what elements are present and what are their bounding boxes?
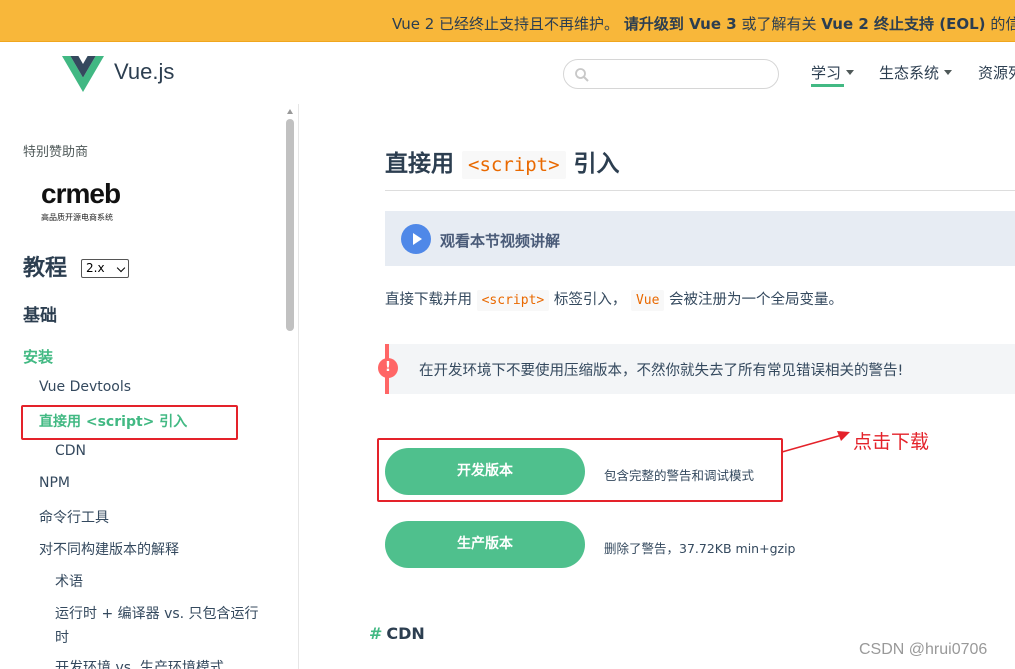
chevron-down-icon: [846, 70, 855, 75]
scroll-up-icon[interactable]: [287, 109, 293, 114]
nav-ecosystem-label: 生态系统: [879, 64, 940, 82]
sidebar-section-basics: 基础: [23, 306, 57, 326]
video-lesson-label[interactable]: 观看本节视频讲解: [440, 230, 560, 251]
sidebar-item-dev-prod-mode[interactable]: 开发环境 vs. 生产环境模式: [55, 657, 224, 669]
chevron-down-icon: [116, 263, 126, 273]
inline-code-script: <script>: [476, 290, 550, 311]
top-header: Vue.js 学习 生态系统 资源列: [0, 42, 1015, 104]
search-input[interactable]: [563, 59, 779, 89]
play-icon[interactable]: [401, 224, 431, 254]
sponsor-logo-text: crmeb: [41, 178, 121, 209]
vue-logo-icon[interactable]: [62, 56, 104, 92]
sponsor-label: 特别赞助商: [23, 145, 89, 160]
sidebar-item-terms[interactable]: 术语: [55, 571, 83, 591]
intro-text-2: 标签引入，: [553, 292, 627, 308]
sponsor-logo[interactable]: crmeb 高品质开源电商系统: [41, 178, 136, 226]
prod-build-description: 删除了警告，37.72KB min+gzip: [604, 541, 796, 556]
banner-text-2: 或了解有关: [741, 15, 817, 33]
sidebar-item-runtime-compiler[interactable]: 运行时 + 编译器 vs. 只包含运行: [55, 603, 259, 623]
banner-text-1: Vue 2 已经终止支持且不再维护。: [392, 15, 620, 33]
anchor-hash-icon[interactable]: #: [369, 624, 382, 643]
video-lesson-banner[interactable]: 观看本节视频讲解: [385, 211, 1015, 266]
sidebar-item-npm[interactable]: NPM: [39, 475, 70, 491]
version-select-value: 2.x: [86, 261, 105, 275]
nav-learn[interactable]: 学习: [811, 62, 855, 83]
section-heading-cdn-text: CDN: [386, 624, 425, 643]
sponsor-logo-subtitle: 高品质开源电商系统: [41, 213, 113, 222]
warning-callout: ! 在开发环境下不要使用压缩版本，不然你就失去了所有常见错误相关的警告!: [378, 344, 1015, 394]
page-title-suffix: 引入: [573, 151, 620, 177]
version-select[interactable]: 2.x: [81, 259, 129, 278]
nav-resources-label: 资源列: [978, 64, 1015, 82]
title-divider: [385, 190, 1015, 191]
annotation-text: 点击下载: [853, 431, 930, 453]
sidebar-title: 教程: [23, 256, 68, 281]
nav-learn-label: 学习: [811, 64, 842, 82]
section-heading-cdn: # CDN: [369, 624, 425, 643]
intro-text-3: 会被注册为一个全局变量。: [669, 292, 844, 308]
chevron-down-icon: [944, 70, 953, 75]
sidebar-item-cli[interactable]: 命令行工具: [39, 507, 109, 527]
brand-name[interactable]: Vue.js: [114, 59, 174, 85]
banner-eol-link[interactable]: Vue 2 终止支持 (EOL): [821, 15, 985, 33]
annotation-arrow-icon: [781, 431, 850, 453]
watermark: CSDN @hrui0706: [859, 641, 988, 658]
eol-banner-text: Vue 2 已经终止支持且不再维护。 请升级到 Vue 3 或了解有关 Vue …: [392, 13, 1015, 34]
nav-active-indicator: [811, 84, 844, 87]
inline-code-vue: Vue: [630, 290, 665, 311]
search-icon: [575, 68, 589, 82]
intro-text-1: 直接下载并用: [385, 292, 472, 308]
sidebar-item-install[interactable]: 安装: [23, 346, 53, 367]
intro-paragraph: 直接下载并用 <script> 标签引入， Vue 会被注册为一个全局变量。: [385, 288, 844, 311]
nav-ecosystem[interactable]: 生态系统: [879, 62, 953, 83]
warning-text: 在开发环境下不要使用压缩版本，不然你就失去了所有常见错误相关的警告!: [419, 363, 904, 379]
sidebar: 特别赞助商 crmeb 高品质开源电商系统 教程 基础 安装 Vue Devto…: [4, 104, 298, 669]
sidebar-item-builds[interactable]: 对不同构建版本的解释: [39, 539, 179, 559]
scrollbar-thumb[interactable]: [286, 119, 294, 331]
banner-text-3: 的信息。: [990, 15, 1015, 33]
page-title-code: <script>: [462, 151, 566, 179]
page-title-prefix: 直接用: [385, 151, 454, 177]
sidebar-item-runtime-compiler-cont[interactable]: 时: [55, 627, 69, 647]
nav-resources[interactable]: 资源列: [978, 62, 1015, 83]
banner-upgrade-link[interactable]: 请升级到 Vue 3: [624, 15, 737, 33]
sidebar-item-devtools[interactable]: Vue Devtools: [39, 379, 131, 395]
eol-banner[interactable]: Vue 2 已经终止支持且不再维护。 请升级到 Vue 3 或了解有关 Vue …: [0, 0, 1015, 42]
page-title: 直接用 <script> 引入: [385, 144, 620, 179]
annotation-box-sidebar: [21, 405, 238, 440]
sidebar-scrollbar[interactable]: [285, 109, 294, 669]
annotation-box-download: [377, 438, 783, 502]
sidebar-item-cdn[interactable]: CDN: [55, 443, 86, 459]
exclamation-icon: !: [378, 358, 398, 378]
main-content: 直接用 <script> 引入 观看本节视频讲解 直接下载并用 <script>…: [299, 104, 1015, 669]
download-prod-button[interactable]: 生产版本: [385, 521, 585, 568]
